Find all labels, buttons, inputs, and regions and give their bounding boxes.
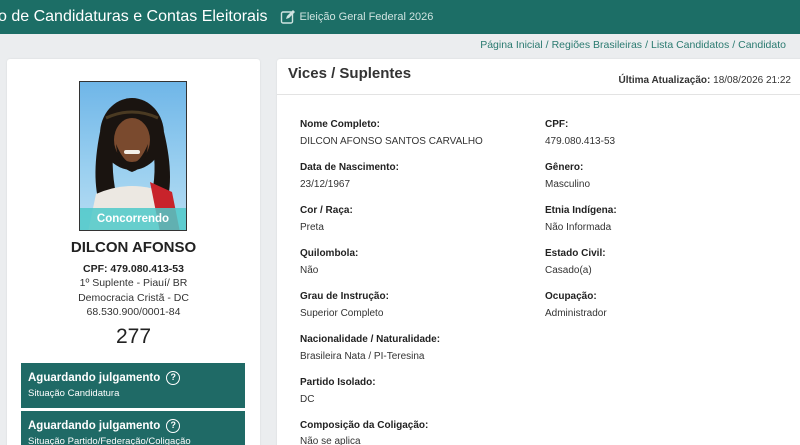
details-header: Vices / Suplentes Última Atualização: 18… (277, 59, 800, 95)
candidate-cpf: CPF: 479.080.413-53 (83, 263, 184, 275)
status-title: Aguardando julgamento (28, 372, 161, 384)
field-label: Estado Civil: (545, 248, 606, 259)
field-label: Nome Completo: (300, 119, 380, 130)
election-name[interactable]: Eleição Geral Federal 2026 (300, 11, 434, 23)
last-update-label: Última Atualização: (618, 75, 711, 86)
field-value: Brasileira Nata / PI-Teresina (300, 351, 425, 362)
candidate-number: 277 (115, 325, 152, 348)
field-value: Masculino (545, 179, 591, 190)
field-label: Nacionalidade / Naturalidade: (300, 334, 441, 345)
breadcrumb-separator: / (545, 39, 549, 51)
status-box-party: Aguardando julgamento ? Situação Partido… (21, 411, 245, 445)
field-label: Ocupação: (545, 291, 597, 302)
field-value: DILCON AFONSO SANTOS CARVALHO (300, 136, 483, 147)
field-value: Administrador (545, 308, 607, 319)
candidate-photo: Concorrendo (79, 81, 187, 231)
field-value: Preta (300, 222, 324, 233)
field-value: 23/12/1967 (300, 179, 351, 190)
breadcrumb-candidate-list[interactable]: Lista Candidatos (651, 39, 729, 51)
field-label: Data de Nascimento: (300, 162, 399, 173)
breadcrumb-separator: / (732, 39, 736, 51)
help-icon[interactable]: ? (166, 371, 181, 385)
field-label: Partido Isolado: (300, 377, 376, 388)
status-subtitle: Situação Candidatura (28, 388, 120, 399)
field-value: DC (300, 394, 315, 405)
breadcrumb-current: Candidato (738, 39, 786, 51)
field-label: Grau de Instrução: (300, 291, 389, 302)
field-label: Etnia Indígena: (545, 205, 617, 216)
app-title: o de Candidaturas e Contas Eleitorais (0, 8, 268, 25)
status-subtitle: Situação Partido/Federação/Coligação (28, 436, 191, 445)
help-icon[interactable]: ? (166, 419, 181, 433)
field-label: CPF: (545, 119, 569, 130)
field-value: Casado(a) (545, 265, 592, 276)
status-badge: Concorrendo (80, 208, 186, 230)
section-title: Vices / Suplentes (288, 65, 412, 82)
candidate-role: 1º Suplente - Piauí/ BR (79, 277, 188, 289)
status-title: Aguardando julgamento (28, 420, 161, 432)
edit-icon[interactable] (280, 9, 296, 25)
status-box-candidacy: Aguardando julgamento ? Situação Candida… (21, 363, 245, 408)
last-update: Última Atualização: 18/08/2026 21:22 (618, 75, 791, 86)
field-label: Cor / Raça: (300, 205, 353, 216)
field-value: 479.080.413-53 (545, 136, 616, 147)
candidate-cnpj: 68.530.900/0001-84 (86, 306, 181, 318)
field-label: Gênero: (545, 162, 584, 173)
field-value: Não (300, 265, 319, 276)
details-card: Vices / Suplentes Última Atualização: 18… (277, 59, 800, 445)
field-label: Composição da Coligação: (300, 420, 429, 431)
field-value: Não se aplica (300, 436, 361, 445)
candidate-name: DILCON AFONSO (70, 239, 197, 256)
breadcrumb-regions[interactable]: Regiões Brasileiras (552, 39, 642, 51)
field-value: Superior Completo (300, 308, 384, 319)
candidate-party: Democracia Cristã - DC (78, 292, 189, 304)
last-update-value: 18/08/2026 21:22 (713, 75, 791, 86)
breadcrumb-separator: / (645, 39, 648, 51)
field-value: Não Informada (545, 222, 612, 233)
field-label: Quilombola: (300, 248, 359, 259)
breadcrumb-home[interactable]: Página Inicial (480, 39, 542, 51)
candidate-card: Concorrendo DILCON AFONSO CPF: 479.080.4… (7, 59, 260, 445)
top-bar: o de Candidaturas e Contas Eleitorais El… (0, 0, 800, 34)
breadcrumb: Página Inicial / Regiões Brasileiras / Lista… (480, 39, 786, 51)
